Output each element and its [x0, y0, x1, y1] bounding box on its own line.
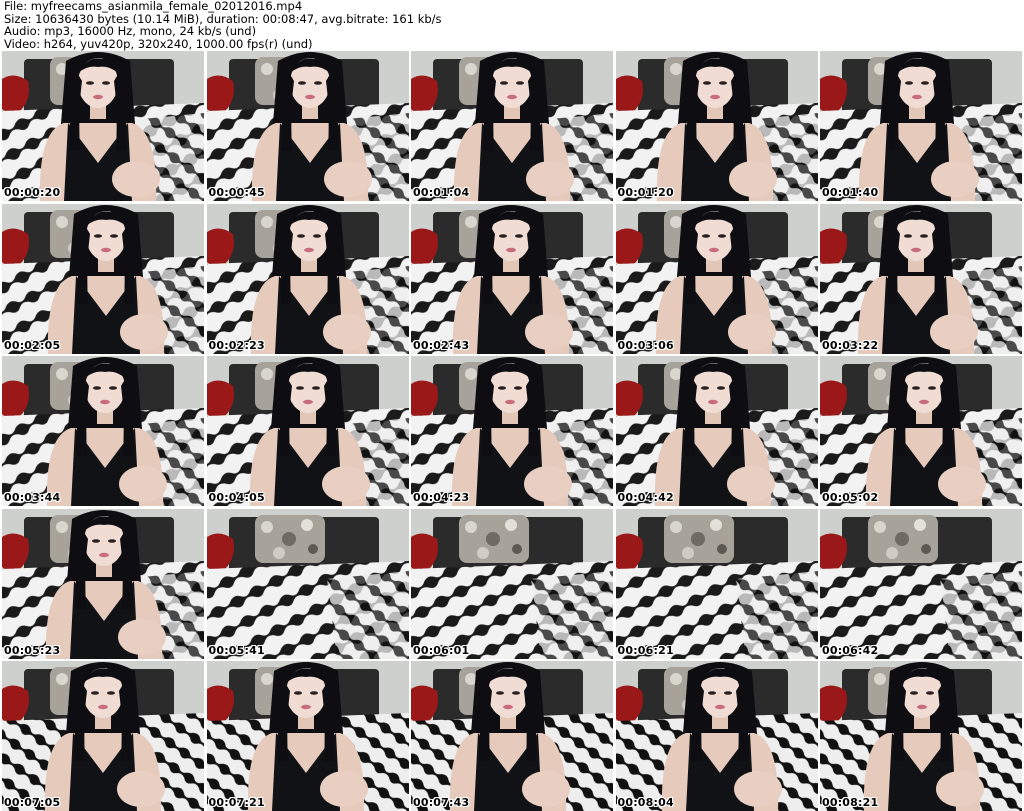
frame-timestamp: 00:04:42 — [617, 491, 674, 504]
video-thumbnail: 00:03:44 — [2, 356, 204, 506]
video-thumbnail: 00:05:41 — [206, 508, 409, 659]
video-thumbnail: 00:02:43 — [411, 203, 613, 354]
video-thumbnail: 00:01:40 — [820, 51, 1022, 201]
video-thumbnail: 00:01:04 — [411, 51, 613, 201]
video-thumbnail: 00:02:23 — [206, 203, 409, 354]
frame-timestamp: 00:07:05 — [4, 796, 61, 809]
video-thumbnail: 00:06:01 — [411, 508, 613, 659]
audio-info-line: Audio: mp3, 16000 Hz, mono, 24 kb/s (und… — [4, 24, 257, 38]
video-thumbnail: 00:07:43 — [411, 661, 613, 811]
video-thumbnail: 00:04:23 — [411, 356, 613, 506]
video-thumbnail: 00:03:22 — [820, 203, 1022, 354]
video-thumbnail: 00:05:23 — [2, 508, 204, 659]
frame-timestamp: 00:03:44 — [4, 491, 61, 504]
frame-timestamp: 00:06:21 — [617, 643, 674, 657]
video-thumbnail: 00:05:02 — [820, 356, 1022, 506]
video-thumbnail: 00:07:05 — [2, 661, 204, 811]
video-thumbnail: 00:07:21 — [206, 661, 409, 811]
frame-timestamp: 00:05:41 — [208, 643, 265, 657]
frame-timestamp: 00:07:43 — [413, 796, 470, 809]
video-thumbnail: 00:03:06 — [615, 203, 818, 354]
frame-timestamp: 00:01:40 — [822, 186, 879, 199]
frame-timestamp: 00:07:21 — [208, 796, 265, 809]
video-thumbnail: 00:08:04 — [615, 661, 818, 811]
video-thumbnail: 00:01:20 — [615, 51, 818, 201]
frame-timestamp: 00:02:43 — [413, 338, 470, 352]
frame-timestamp: 00:03:06 — [617, 338, 674, 352]
video-thumbnail: 00:04:05 — [206, 356, 409, 506]
frame-timestamp: 00:00:20 — [4, 186, 61, 199]
frame-timestamp: 00:02:23 — [208, 338, 265, 352]
frame-timestamp: 00:08:21 — [822, 796, 879, 809]
frame-timestamp: 00:08:04 — [617, 796, 674, 809]
frame-timestamp: 00:05:23 — [4, 643, 61, 657]
video-thumbnail: 00:06:21 — [615, 508, 818, 659]
video-thumbnail: 00:02:05 — [2, 203, 204, 354]
video-thumbnail: 00:00:45 — [206, 51, 409, 201]
video-thumbnail: 00:08:21 — [820, 661, 1022, 811]
frame-timestamp: 00:03:22 — [822, 338, 879, 352]
video-thumbnail: 00:04:42 — [615, 356, 818, 506]
frame-timestamp: 00:04:05 — [208, 491, 265, 504]
file-info-header: File: myfreecams_asianmila_female_020120… — [4, 0, 1020, 50]
thumbnail-grid: 00:00:20 00:00:45 00:01:04 00:01:20 00:0… — [2, 51, 1022, 811]
frame-timestamp: 00:00:45 — [208, 186, 265, 199]
frame-timestamp: 00:04:23 — [413, 491, 470, 504]
file-name-line: File: myfreecams_asianmila_female_020120… — [4, 0, 303, 13]
frame-timestamp: 00:05:02 — [822, 491, 879, 504]
frame-timestamp: 00:02:05 — [4, 338, 61, 352]
video-thumbnail: 00:06:42 — [820, 508, 1022, 659]
frame-timestamp: 00:06:42 — [822, 643, 879, 657]
frame-timestamp: 00:06:01 — [413, 643, 470, 657]
video-thumbnail: 00:00:20 — [2, 51, 204, 201]
video-info-line: Video: h264, yuv420p, 320x240, 1000.00 f… — [4, 36, 313, 51]
frame-timestamp: 00:01:04 — [413, 186, 470, 199]
frame-timestamp: 00:01:20 — [617, 186, 674, 199]
